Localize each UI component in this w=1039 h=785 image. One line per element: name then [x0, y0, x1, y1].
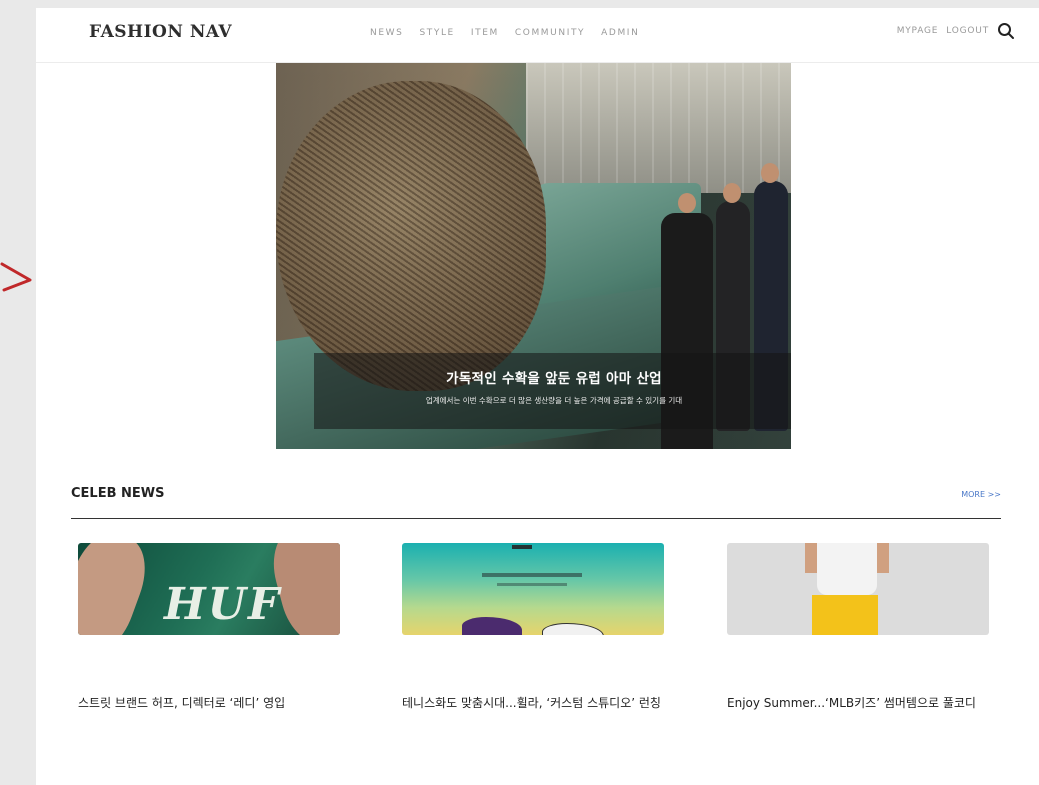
thumbnail-shoe — [462, 617, 522, 635]
more-link[interactable]: MORE >> — [961, 490, 1001, 499]
news-thumbnail[interactable] — [402, 543, 664, 635]
news-card[interactable]: Enjoy Summer...‘MLB키즈’ 썸머템으로 풀코디 — [727, 543, 989, 712]
thumbnail-figure — [875, 543, 889, 573]
thumbnail-figure — [78, 543, 157, 635]
thumbnail-figure — [817, 543, 877, 595]
hero-image-worker-head — [761, 163, 779, 183]
news-card[interactable]: 테니스화도 맞춤시대...휠라, ‘커스텀 스튜디오’ 런칭 — [402, 543, 664, 712]
main-nav: NEWS STYLE ITEM COMMUNITY ADMIN — [370, 28, 639, 38]
mypage-link[interactable]: MYPAGE — [897, 26, 939, 36]
news-thumbnail[interactable] — [727, 543, 989, 635]
thumbnail-graphic — [497, 583, 567, 586]
nav-style[interactable]: STYLE — [419, 28, 454, 38]
user-utils: MYPAGE LOGOUT — [897, 22, 1015, 40]
news-headline[interactable]: Enjoy Summer...‘MLB키즈’ 썸머템으로 풀코디 — [727, 695, 989, 712]
news-thumbnail[interactable]: HUF — [78, 543, 340, 635]
news-headline[interactable]: 스트릿 브랜드 허프, 디렉터로 ‘레디’ 영입 — [78, 695, 340, 712]
nav-news[interactable]: NEWS — [370, 28, 403, 38]
thumbnail-graphic — [482, 573, 582, 577]
hero-caption: 가독적인 수확을 앞둔 유럽 아마 산업 업계에서는 이번 수확으로 더 많은 … — [314, 353, 791, 429]
news-headline[interactable]: 테니스화도 맞춤시대...휠라, ‘커스텀 스튜디오’ 런칭 — [402, 695, 664, 712]
thumbnail-graphic — [512, 545, 532, 549]
page: FASHION NAV NEWS STYLE ITEM COMMUNITY AD… — [36, 8, 1039, 785]
section-divider — [71, 518, 1001, 519]
section-title-celeb-news: CELEB NEWS — [71, 486, 165, 501]
thumbnail-shoe — [542, 623, 604, 635]
thumbnail-figure — [812, 595, 878, 635]
search-icon[interactable] — [997, 22, 1015, 40]
news-card[interactable]: HUF 스트릿 브랜드 허프, 디렉터로 ‘레디’ 영입 — [78, 543, 340, 712]
logout-link[interactable]: LOGOUT — [946, 26, 989, 36]
nav-item[interactable]: ITEM — [471, 28, 499, 38]
header: FASHION NAV NEWS STYLE ITEM COMMUNITY AD… — [36, 8, 1039, 63]
brand-logo[interactable]: FASHION NAV — [89, 22, 232, 42]
hero-image-worker-head — [678, 193, 696, 213]
hero-image-flax-bale — [276, 81, 546, 391]
hero-image-background — [526, 63, 791, 193]
hero-image-worker-head — [723, 183, 741, 203]
nav-admin[interactable]: ADMIN — [601, 28, 639, 38]
nav-community[interactable]: COMMUNITY — [515, 28, 585, 38]
hero-banner[interactable]: 가독적인 수확을 앞둔 유럽 아마 산업 업계에서는 이번 수확으로 더 많은 … — [276, 63, 791, 449]
hero-subtitle: 업계에서는 이번 수확으로 더 많은 생산량을 더 높은 가격에 공급할 수 있… — [425, 396, 683, 405]
annotation-arrow-icon — [0, 262, 32, 292]
thumbnail-logo-text: HUF — [164, 579, 282, 630]
hero-title[interactable]: 가독적인 수확을 앞둔 유럽 아마 산업 — [314, 367, 791, 387]
